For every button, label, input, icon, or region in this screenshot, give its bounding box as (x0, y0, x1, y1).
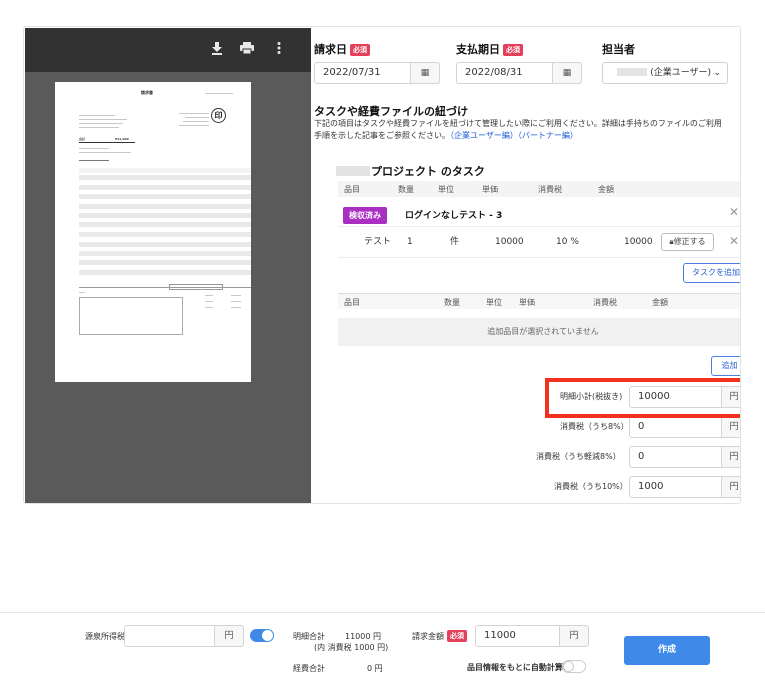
close-icon[interactable]: ✕ (729, 234, 739, 248)
invoice-amount-input[interactable]: 11000 円 (475, 625, 589, 647)
calendar-icon[interactable]: ▦ (552, 62, 582, 84)
pdf-total-value: ¥11,000 (115, 137, 129, 141)
assignee-select[interactable]: (企業ユーザー) ⌄ (602, 62, 728, 84)
more-vertical-icon[interactable] (271, 42, 287, 58)
download-icon[interactable] (209, 42, 225, 58)
calendar-icon[interactable]: ▦ (410, 62, 440, 84)
task-row-amount: 10000 (624, 237, 653, 247)
col-amount: 金額 (598, 185, 614, 194)
required-badge: 必須 (503, 44, 523, 56)
invoice-form: 請求日 必須 2022/07/31 ▦ 支払期日 必須 2022/08/31 ▦ 担… (314, 27, 740, 503)
tax-reduced-label: 消費税（うち軽減8%） (536, 452, 621, 461)
expense-total-label: 経費合計 (293, 664, 325, 673)
task-name: ログインなしテスト - 3 (405, 211, 503, 221)
print-icon[interactable] (239, 42, 255, 58)
withholding-input[interactable]: 円 (124, 625, 244, 647)
close-icon[interactable]: ✕ (729, 205, 739, 219)
col-unit: 単位 (486, 298, 502, 307)
col-unit: 単位 (438, 185, 454, 194)
invoice-page: 請求書 印 合計 ¥11,000 (55, 82, 251, 382)
col-qty: 数量 (444, 298, 460, 307)
task-row-unit: 件 (450, 237, 460, 247)
due-date-label: 支払期日 必須 (456, 41, 523, 57)
link-section-title: タスクや経費ファイルの紐づけ (314, 105, 468, 118)
project-title: プロジェクト のタスク (371, 165, 485, 178)
col-tax: 消費税 (593, 298, 617, 307)
task-table-header: 品目 数量 単位 単価 消費税 金額 (338, 181, 740, 197)
col-item: 品目 (344, 298, 360, 307)
tax-reduced-input[interactable]: 0 円 (629, 446, 740, 468)
col-tax: 消費税 (538, 185, 562, 194)
items-table-header: 品目 数量 単位 単価 消費税 金額 (338, 293, 740, 309)
required-badge: 必須 (447, 630, 467, 642)
link-section-desc1: 下記の項目はタスクや経費ファイルを紐づけて管理したい際にご利用ください。詳細は手… (314, 119, 722, 128)
col-price: 単価 (482, 185, 498, 194)
auto-calc-label: 品目情報をもとに自動計算 (467, 663, 563, 672)
tax10-input[interactable]: 1000 円 (629, 476, 740, 498)
pdf-preview: 請求書 印 合計 ¥11,000 (25, 28, 311, 503)
col-amount: 金額 (652, 298, 668, 307)
task-row-price: 10000 (495, 237, 524, 247)
assignee-name-redacted (617, 68, 647, 76)
yen-unit: 円 (721, 416, 740, 438)
task-row-item: テスト (364, 237, 392, 247)
add-task-button[interactable]: タスクを追加 (683, 263, 740, 283)
withholding-toggle[interactable] (250, 629, 274, 642)
detail-total-value: 11000 円 (345, 632, 381, 641)
edit-button[interactable]: 🔒︎修正する (661, 233, 714, 251)
no-items-message: 追加品目が選択されていません (338, 318, 740, 346)
create-button[interactable]: 作成 (624, 636, 710, 665)
task-row-qty: 1 (407, 237, 413, 247)
invoice-date-label: 請求日 必須 (314, 41, 370, 57)
task-row-tax: 10 % (556, 237, 579, 247)
tax10-label: 消費税（うち10%） (554, 482, 628, 491)
pdf-toolbar (25, 28, 311, 72)
col-price: 単価 (519, 298, 535, 307)
invoice-date-input[interactable]: 2022/07/31 ▦ (314, 62, 440, 84)
footer-divider (0, 612, 765, 613)
yen-unit: 円 (214, 625, 244, 647)
detail-tax-note: (内 消費税 1000 円) (314, 643, 389, 652)
link-partner-guide[interactable]: （パートナー編） (518, 131, 578, 140)
expense-total-value: 0 円 (367, 664, 383, 673)
yen-unit: 円 (721, 446, 740, 468)
doc-title: 請求書 (141, 90, 153, 95)
status-badge: 検収済み (343, 207, 387, 224)
tax8-label: 消費税（うち8%） (560, 422, 629, 431)
link-corporate-guide[interactable]: （企業ユーザー編） (450, 131, 518, 140)
detail-total-label: 明細合計 (293, 632, 325, 641)
assignee-label: 担当者 (602, 43, 635, 56)
chevron-down-icon: ⌄ (713, 68, 721, 78)
tax8-input[interactable]: 0 円 (629, 416, 740, 438)
yen-unit: 円 (559, 625, 589, 647)
stamp-seal: 印 (211, 108, 226, 123)
highlight-box (545, 378, 740, 418)
project-name-redacted (336, 166, 370, 176)
required-badge: 必須 (350, 44, 370, 56)
invoice-amount-label: 請求金額 必須 (412, 630, 467, 642)
yen-unit: 円 (721, 476, 740, 498)
auto-calc-toggle[interactable] (562, 660, 586, 673)
invoice-card: 請求書 印 合計 ¥11,000 請求日 必須 2022/07/31 ▦ 支払期… (23, 26, 741, 504)
pdf-total-label: 合計 (79, 137, 86, 141)
col-qty: 数量 (398, 185, 414, 194)
add-button[interactable]: 追加 (711, 356, 740, 376)
withholding-label: 源泉所得税 (85, 632, 125, 641)
col-item: 品目 (344, 185, 360, 194)
due-date-input[interactable]: 2022/08/31 ▦ (456, 62, 582, 84)
link-section-desc2: 手順を示した記事をご参照ください。（企業ユーザー編）（パートナー編） (314, 131, 578, 140)
